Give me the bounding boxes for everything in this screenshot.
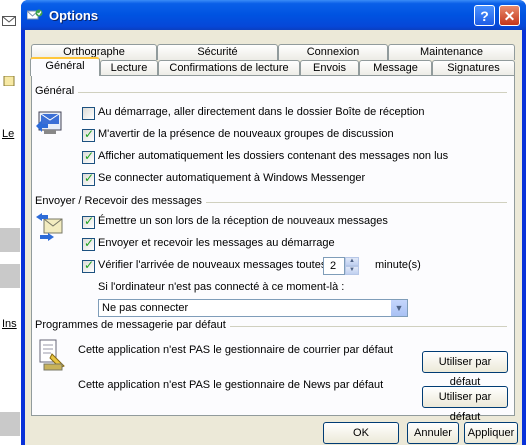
background-link-2[interactable]: Ins — [2, 318, 17, 330]
envelope-icon — [2, 16, 16, 26]
offline-action-value: Ne pas connecter — [102, 302, 189, 314]
label-windows-messenger: Se connecter automatiquement à Windows M… — [98, 172, 366, 184]
offline-action-select[interactable]: Ne pas connecter ▼ — [98, 299, 408, 317]
label-notify-newsgroups: M'avertir de la présence de nouveaux gro… — [98, 128, 394, 140]
tab-securite[interactable]: Sécurité — [157, 44, 278, 60]
checkbox-windows-messenger[interactable] — [82, 171, 95, 186]
general-tab-panel: Général Au démarrage, aller directement … — [31, 75, 515, 423]
group-divider — [227, 326, 507, 327]
background-block — [0, 228, 20, 252]
group-label-default-programs: Programmes de messagerie par défaut — [35, 319, 230, 331]
tab-signatures[interactable]: Signatures — [432, 60, 515, 76]
options-dialog: Options ? ✕ Orthographe Sécurité Connexi… — [21, 0, 526, 445]
spin-up-icon[interactable]: ▲ — [345, 257, 359, 266]
mail-default-status: Cette application n'est PAS le gestionna… — [78, 344, 393, 356]
tab-lecture[interactable]: Lecture — [100, 60, 158, 76]
group-divider — [202, 202, 507, 203]
spin-down-icon[interactable]: ▼ — [345, 266, 359, 275]
checkbox-check-interval[interactable] — [82, 258, 95, 273]
chevron-down-icon[interactable]: ▼ — [391, 300, 407, 316]
label-open-inbox: Au démarrage, aller directement dans le … — [98, 106, 425, 118]
group-divider — [72, 92, 507, 93]
background-block — [0, 412, 20, 436]
tab-message[interactable]: Message — [359, 60, 432, 76]
interval-spinner[interactable]: ▲ ▼ — [345, 257, 359, 275]
ok-button[interactable]: OK — [323, 422, 399, 444]
tab-maintenance[interactable]: Maintenance — [388, 44, 515, 60]
close-button[interactable]: ✕ — [499, 5, 520, 26]
checkbox-send-receive-startup[interactable] — [82, 236, 95, 251]
label-play-sound: Émettre un son lors de la réception de n… — [98, 215, 388, 227]
make-default-news-button[interactable]: Utiliser par défaut — [422, 386, 508, 423]
title-bar[interactable]: Options ? ✕ — [21, 0, 526, 30]
document-icon — [3, 76, 15, 86]
outlook-express-icon — [27, 9, 43, 20]
help-button[interactable]: ? — [474, 5, 495, 26]
news-default-status: Cette application n'est PAS le gestionna… — [78, 379, 384, 391]
interval-unit-label: minute(s) — [375, 259, 421, 271]
dialog-client-area: Orthographe Sécurité Connexion Maintenan… — [25, 30, 522, 445]
background-link-1[interactable]: Le — [2, 128, 14, 140]
tab-confirmations[interactable]: Confirmations de lecture — [158, 60, 300, 76]
checkbox-open-inbox[interactable] — [82, 107, 95, 120]
interval-input[interactable]: 2 — [323, 257, 345, 275]
checkbox-notify-newsgroups[interactable] — [82, 127, 95, 142]
window-title: Options — [49, 8, 99, 23]
send-receive-icon — [36, 213, 63, 241]
label-send-receive-startup: Envoyer et recevoir les messages au déma… — [98, 237, 335, 249]
general-settings-icon — [36, 111, 62, 134]
tab-connexion[interactable]: Connexion — [278, 44, 388, 60]
background-block — [0, 264, 20, 288]
make-default-mail-button[interactable]: Utiliser par défaut — [422, 351, 508, 388]
label-check-interval: Vérifier l'arrivée de nouveaux messages … — [98, 259, 344, 271]
group-label-send-receive: Envoyer / Recevoir des messages — [35, 195, 206, 207]
label-show-unread-folders: Afficher automatiquement les dossiers co… — [98, 150, 449, 162]
tab-general[interactable]: Général — [30, 57, 100, 76]
default-mail-icon — [39, 339, 65, 371]
checkbox-show-unread-folders[interactable] — [82, 149, 95, 164]
label-offline: Si l'ordinateur n'est pas connecté à ce … — [98, 281, 345, 293]
checkbox-play-sound[interactable] — [82, 214, 95, 229]
tab-envois[interactable]: Envois — [300, 60, 359, 76]
group-label-general: Général — [35, 85, 79, 97]
